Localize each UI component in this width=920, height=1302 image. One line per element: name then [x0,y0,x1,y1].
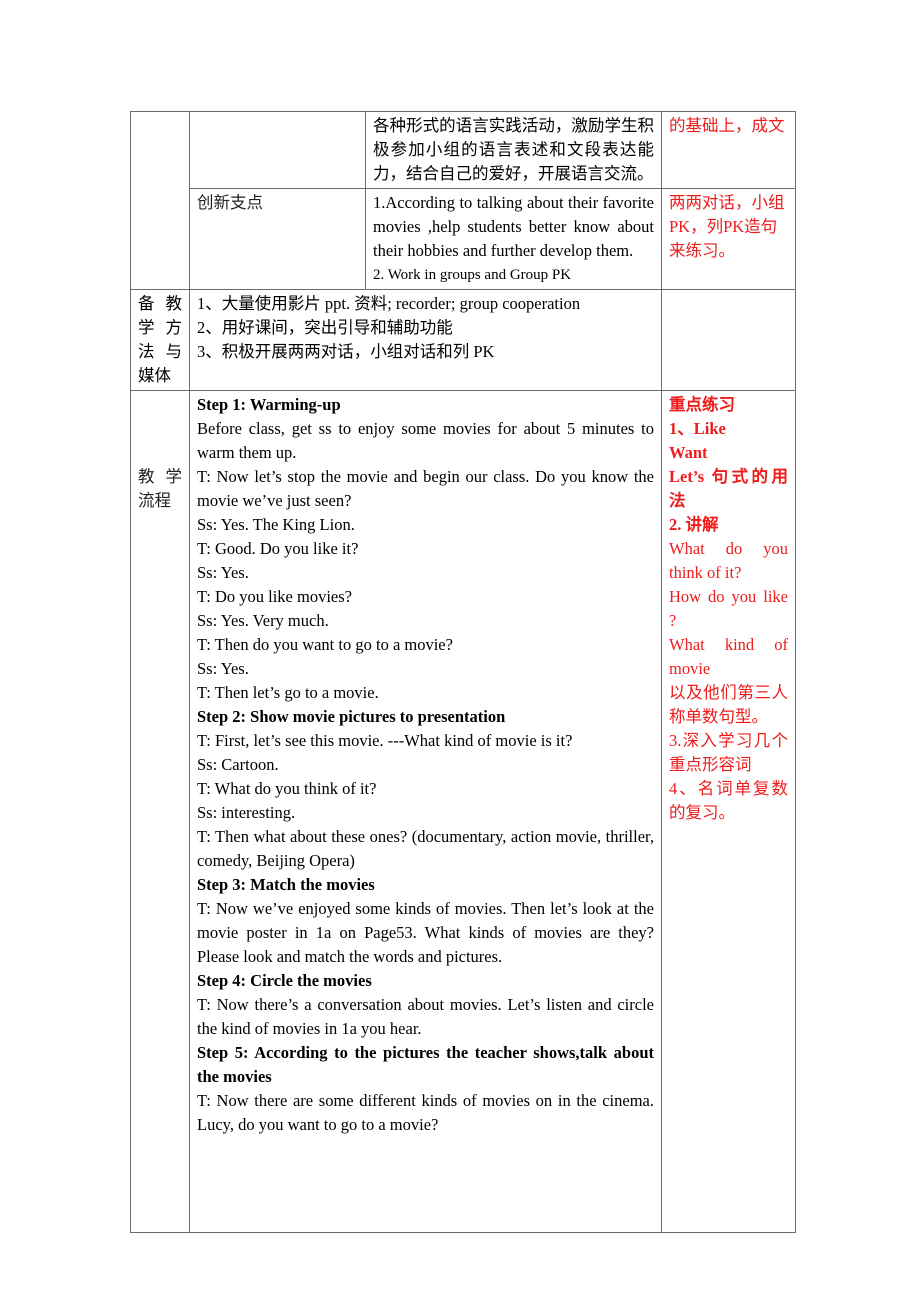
dialogue-line: T: Then let’s go to a movie. [197,683,379,702]
key-point-note: How do you like ? [669,587,788,630]
methods-label-line-3: 法 与 [138,342,182,361]
step-heading: Step 1: Warming-up [197,395,341,414]
step-heading: Step 4: Circle the movies [197,971,372,990]
key-point-note: 3.深入学习几个重点形容词 [669,731,788,774]
table-row-goals-continued: 各种形式的语言实践活动，激励学生积极参加小组的语言表述和文段表达能力，结合自己的… [130,111,796,290]
dialogue-line: T: Now there’s a conversation about movi… [197,995,654,1038]
process-label-line-2: 流程 [138,491,171,510]
dialogue-line: T: Do you like movies? [197,587,352,606]
dialogue-line: T: Good. Do you like it? [197,539,359,558]
methods-media-list: 1、大量使用影片 ppt. 资料; recorder; group cooper… [189,289,662,391]
methods-item-3: 3、积极开展两两对话，小组对话和列 PK [197,342,495,361]
dialogue-line: T: Then do you want to go to a movie? [197,635,453,654]
dialogue-line: Ss: Yes. The King Lion. [197,515,355,534]
table-row-methods-media: 备 教 学 方 法 与 媒体 1、大量使用影片 ppt. 资料; recorde… [130,289,796,391]
teaching-process-content: Step 1: Warming-up Before class, get ss t… [189,390,662,1233]
row-label-empty [130,111,190,290]
goals-description: 各种形式的语言实践活动，激励学生积极参加小组的语言表述和文段表达能力，结合自己的… [365,111,662,189]
key-point-note: What kind of movie [669,635,788,678]
methods-media-label: 备 教 学 方 法 与 媒体 [130,289,190,391]
dialogue-line: Ss: Yes. [197,563,249,582]
goals-note: 的基础上，成文 [661,111,796,189]
process-label-line-1: 教 学 [138,467,182,486]
teaching-process-notes: 重点练习 1、Like Want Let’s 句式的用法 2. 讲解 What do yo… [661,390,796,1233]
step-heading: Step 2: Show movie pictures to presentat… [197,707,506,726]
table-row-teaching-process: 教 学 流程 Step 1: Warming-up Before class, g… [130,390,796,1233]
dialogue-line: T: Now we’ve enjoyed some kinds of movie… [197,899,654,966]
key-point-note: 以及他们第三人称单数句型。 [669,683,788,726]
methods-item-1: 1、大量使用影片 ppt. 资料; recorder; group cooper… [197,294,581,313]
innovation-point-1: 1.According to talking about their favor… [373,193,654,260]
dialogue-line: T: First, let’s see this movie. ---What … [197,731,573,750]
sub-label-empty [189,111,366,189]
key-point-note: 4、名词单复数的复习。 [669,779,788,822]
dialogue-line: Ss: Yes. [197,659,249,678]
methods-label-line-2: 学 方 [138,318,182,337]
key-point-note: 重点练习 [669,395,735,414]
dialogue-line: T: Then what about these ones? (document… [197,827,654,870]
dialogue-line: T: Now there are some different kinds of… [197,1091,654,1134]
innovation-label: 创新支点 [189,188,366,290]
dialogue-line: Ss: Cartoon. [197,755,279,774]
innovation-note: 两两对话，小组PK，列PK造句来练习。 [661,188,796,290]
dialogue-line: T: Now let’s stop the movie and begin ou… [197,467,654,510]
dialogue-line: Before class, get ss to enjoy some movie… [197,419,654,462]
key-point-note: 2. 讲解 [669,515,719,534]
innovation-point-2: 2. Work in groups and Group PK [373,267,572,283]
key-point-note: Let’s 句式的用法 [669,467,788,510]
methods-label-line-4: 媒体 [138,366,171,385]
teaching-process-label: 教 学 流程 [130,390,190,1233]
step-heading: Step 3: Match the movies [197,875,375,894]
methods-item-2: 2、用好课间，突出引导和辅助功能 [197,318,453,337]
step-heading: Step 5: According to the pictures the te… [197,1043,654,1086]
table-row-innovation: 创新支点 1.According to talking about their … [131,188,796,290]
dialogue-line: Ss: Yes. Very much. [197,611,329,630]
methods-label-line-1: 备 教 [138,294,182,313]
key-point-note: 1、Like [669,419,726,438]
lesson-plan-table: 各种形式的语言实践活动，激励学生积极参加小组的语言表述和文段表达能力，结合自己的… [130,111,796,1233]
dialogue-line: Ss: interesting. [197,803,296,822]
dialogue-line: T: What do you think of it? [197,779,377,798]
methods-note-empty [661,289,796,391]
key-point-note: What do you think of it? [669,539,788,582]
innovation-points: 1.According to talking about their favor… [365,188,662,290]
key-point-note: Want [669,443,708,462]
